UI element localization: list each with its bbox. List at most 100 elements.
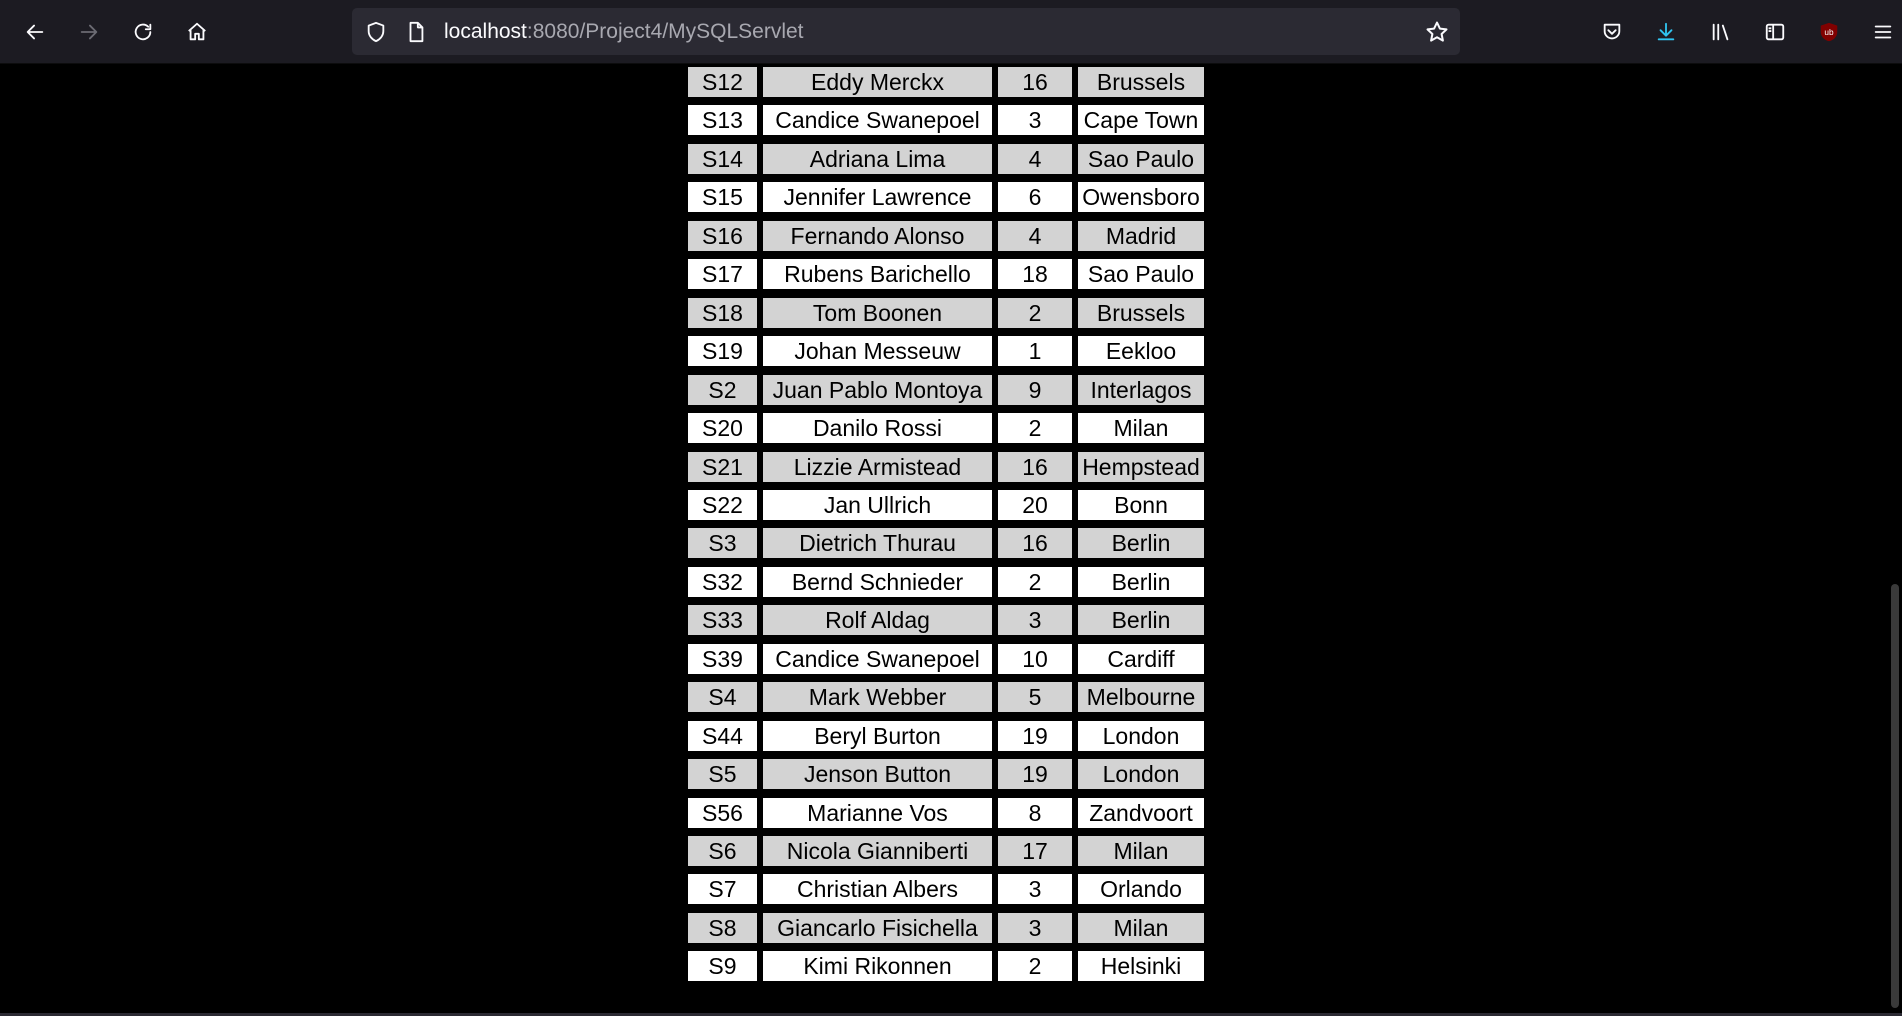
cell-number: 16: [998, 67, 1072, 97]
cell-id: S19: [688, 336, 757, 367]
cell-id: S15: [688, 182, 757, 213]
cell-city: Milan: [1078, 836, 1204, 866]
forward-button[interactable]: [71, 14, 107, 50]
cell-id: S33: [688, 605, 757, 636]
cell-city: Milan: [1078, 413, 1204, 444]
cell-name: Marianne Vos: [763, 797, 992, 828]
cell-city: Madrid: [1078, 220, 1204, 251]
cell-id: S56: [688, 797, 757, 828]
cell-city: Hempstead: [1078, 451, 1204, 482]
sidebar-button[interactable]: [1757, 14, 1793, 50]
library-icon: [1712, 23, 1729, 41]
cell-id: S32: [688, 566, 757, 597]
cell-city: Brussels: [1078, 297, 1204, 328]
cell-city: London: [1078, 759, 1204, 790]
downloads-button[interactable]: [1648, 14, 1684, 50]
menu-button[interactable]: [1865, 14, 1901, 50]
cell-number: 19: [998, 759, 1072, 790]
scrollbar-thumb[interactable]: [1891, 584, 1899, 1008]
cell-id: S4: [688, 682, 757, 713]
cell-id: S22: [688, 489, 757, 520]
cell-city: Cape Town: [1078, 105, 1204, 136]
cell-city: Helsinki: [1078, 951, 1204, 982]
cell-name: Juan Pablo Montoya: [763, 374, 992, 405]
cell-city: Brussels: [1078, 67, 1204, 97]
cell-city: London: [1078, 720, 1204, 751]
cell-id: S9: [688, 951, 757, 982]
cell-name: Candice Swanepoel: [763, 643, 992, 674]
cell-id: S39: [688, 643, 757, 674]
cell-name: Rubens Barichello: [763, 259, 992, 290]
reload-button[interactable]: [125, 14, 161, 50]
shield-icon[interactable]: [362, 18, 390, 46]
cell-number: 16: [998, 528, 1072, 559]
cell-id: S14: [688, 143, 757, 174]
cell-id: S6: [688, 836, 757, 866]
ublock-icon: ub: [1820, 22, 1838, 42]
cell-name: Kimi Rikonnen: [763, 951, 992, 982]
cell-name: Jenson Button: [763, 759, 992, 790]
cell-name: Candice Swanepoel: [763, 105, 992, 136]
cell-city: Eekloo: [1078, 336, 1204, 367]
cell-number: 2: [998, 951, 1072, 982]
cell-number: 5: [998, 682, 1072, 713]
cell-number: 4: [998, 220, 1072, 251]
url-host: localhost: [444, 20, 527, 43]
cell-id: S12: [688, 67, 757, 97]
cell-city: Zandvoort: [1078, 797, 1204, 828]
cell-name: Giancarlo Fisichella: [763, 912, 992, 943]
cell-number: 9: [998, 374, 1072, 405]
cell-number: 4: [998, 143, 1072, 174]
cell-city: Interlagos: [1078, 374, 1204, 405]
browser-toolbar: localhost:8080/Project4/MySQLServlet ub: [0, 0, 1902, 64]
cell-name: Nicola Gianniberti: [763, 836, 992, 866]
pocket-button[interactable]: [1594, 14, 1630, 50]
cell-number: 2: [998, 297, 1072, 328]
page-icon[interactable]: [402, 18, 430, 46]
forward-icon: [80, 24, 98, 40]
cell-number: 6: [998, 182, 1072, 213]
cell-number: 3: [998, 105, 1072, 136]
cell-number: 3: [998, 874, 1072, 905]
cell-name: Fernando Alonso: [763, 220, 992, 251]
cell-id: S17: [688, 259, 757, 290]
cell-id: S44: [688, 720, 757, 751]
back-icon: [26, 24, 44, 40]
cell-city: Milan: [1078, 912, 1204, 943]
cell-id: S16: [688, 220, 757, 251]
star-icon[interactable]: [1422, 17, 1452, 47]
library-button[interactable]: [1703, 14, 1739, 50]
cell-number: 20: [998, 489, 1072, 520]
ublock-button[interactable]: ub: [1811, 14, 1847, 50]
cell-id: S2: [688, 374, 757, 405]
url-text[interactable]: localhost:8080/Project4/MySQLServlet: [444, 19, 804, 45]
cell-name: Tom Boonen: [763, 297, 992, 328]
vertical-scrollbar[interactable]: [1888, 64, 1902, 1013]
home-button[interactable]: [179, 14, 215, 50]
cell-name: Adriana Lima: [763, 143, 992, 174]
cell-id: S21: [688, 451, 757, 482]
cell-id: S7: [688, 874, 757, 905]
url-bar[interactable]: localhost:8080/Project4/MySQLServlet: [352, 8, 1460, 55]
url-path: :8080/Project4/MySQLServlet: [526, 20, 804, 43]
cell-city: Bonn: [1078, 489, 1204, 520]
cell-number: 18: [998, 259, 1072, 290]
back-button[interactable]: [17, 14, 53, 50]
pocket-icon: [1603, 23, 1621, 40]
cell-city: Melbourne: [1078, 682, 1204, 713]
cell-number: 10: [998, 643, 1072, 674]
cell-number: 2: [998, 566, 1072, 597]
cell-name: Bernd Schnieder: [763, 566, 992, 597]
cell-number: 19: [998, 720, 1072, 751]
cell-city: Orlando: [1078, 874, 1204, 905]
cell-city: Owensboro: [1078, 182, 1204, 213]
cell-number: 8: [998, 797, 1072, 828]
cell-name: Mark Webber: [763, 682, 992, 713]
menu-icon: [1874, 25, 1892, 39]
cell-city: Sao Paulo: [1078, 143, 1204, 174]
cell-id: S13: [688, 105, 757, 136]
cell-id: S20: [688, 413, 757, 444]
cell-id: S18: [688, 297, 757, 328]
svg-text:ub: ub: [1824, 28, 1834, 37]
reload-icon: [134, 23, 152, 41]
